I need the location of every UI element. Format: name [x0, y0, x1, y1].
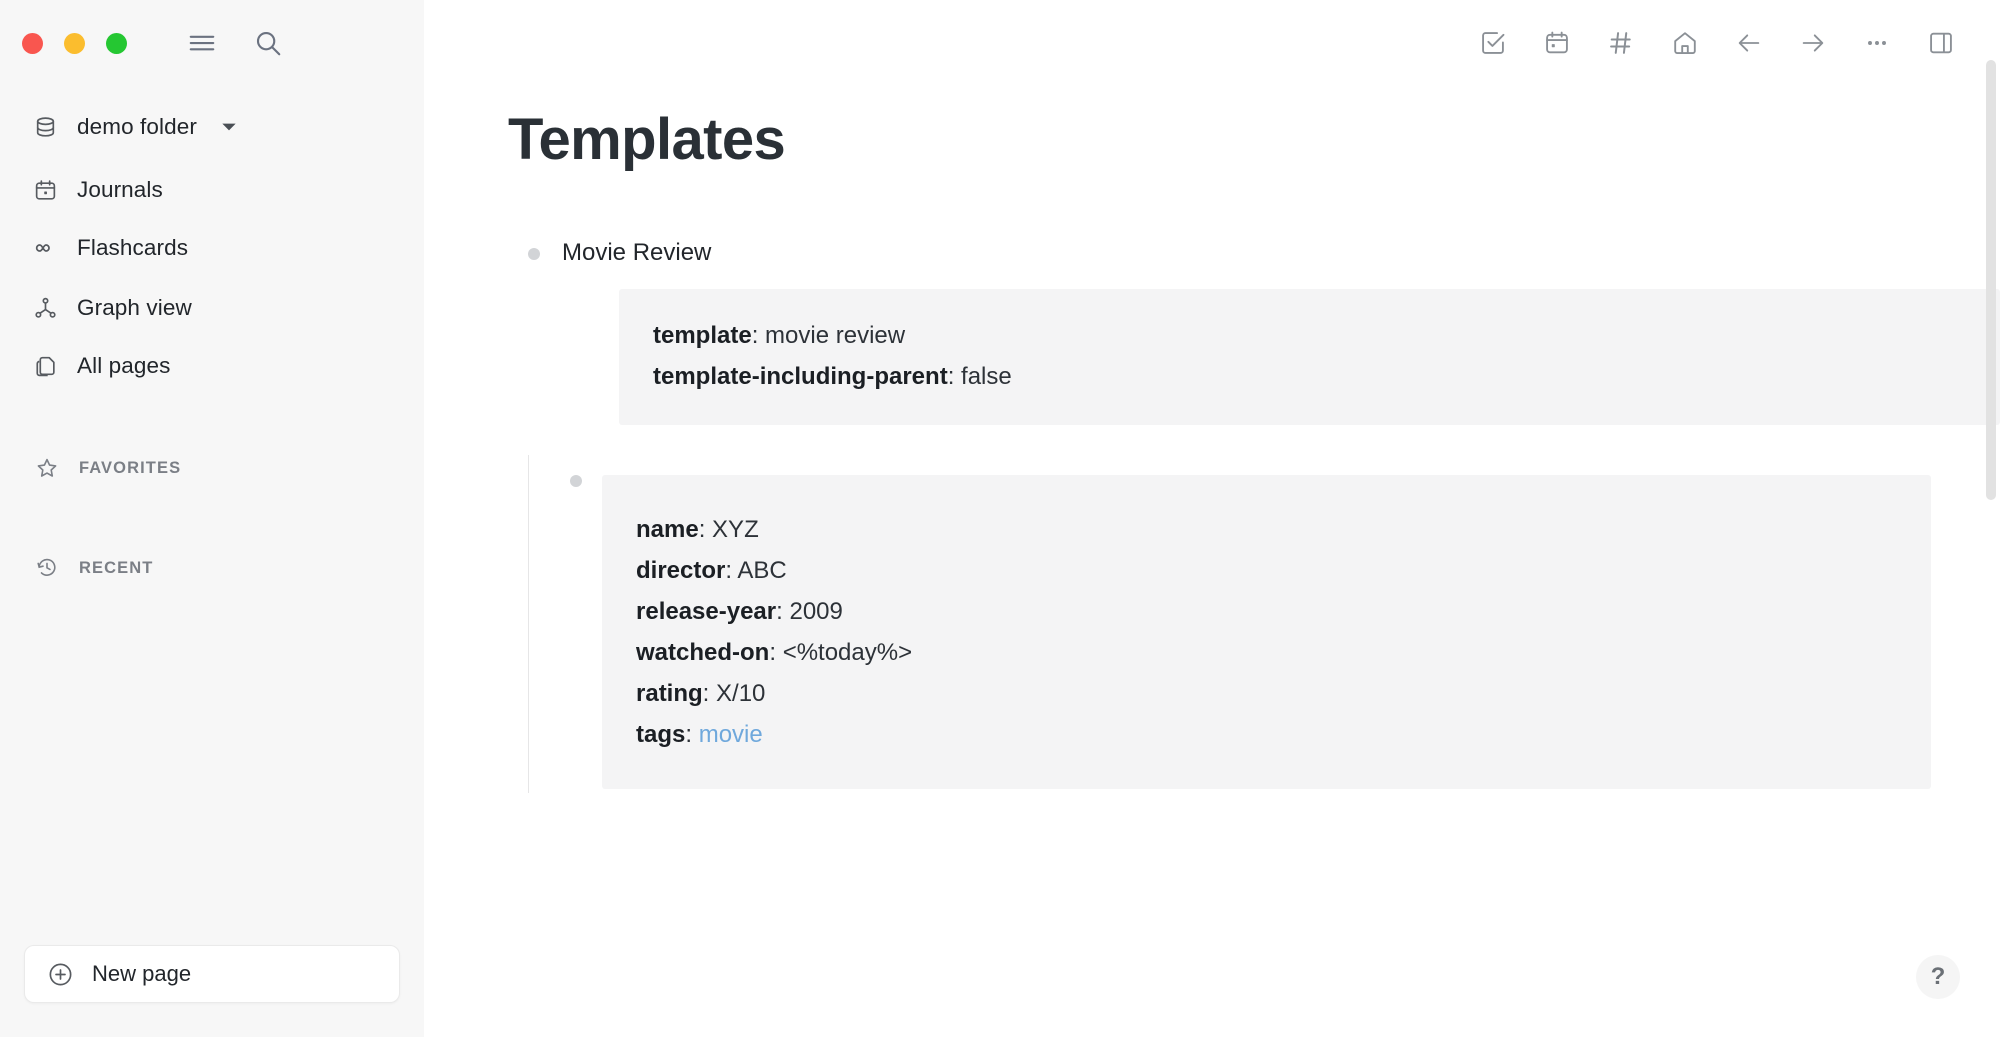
- property-value: ABC: [737, 557, 787, 585]
- property-value: <%today%>: [782, 639, 913, 667]
- sidebar-section-recent[interactable]: RECENT: [0, 546, 424, 590]
- graph-selector[interactable]: demo folder: [0, 100, 424, 154]
- infinity-icon: [32, 235, 59, 262]
- property-row: template: movie review: [653, 315, 2000, 356]
- sidebar-item-flashcards[interactable]: Flashcards: [0, 224, 424, 272]
- property-key: name: [636, 516, 699, 544]
- property-separator: :: [776, 598, 790, 626]
- property-row: director: ABC: [636, 550, 1931, 591]
- property-row: name: XYZ: [636, 509, 1931, 550]
- sidebar-item-graph-view[interactable]: Graph view: [0, 284, 424, 332]
- database-icon: [32, 114, 59, 141]
- block-movie-review: Movie Review template: movie review temp…: [508, 236, 2000, 794]
- left-sidebar: demo folder Journals Flashcards Graph vi…: [0, 0, 424, 1037]
- property-row: watched-on: <%today%>: [636, 632, 1931, 673]
- close-window-button[interactable]: [22, 32, 43, 54]
- history-icon: [34, 555, 60, 581]
- property-separator: :: [698, 516, 713, 544]
- property-row: rating: X/10: [636, 673, 1931, 714]
- block-bullet[interactable]: [528, 247, 540, 260]
- tag-link-movie[interactable]: movie: [699, 721, 763, 748]
- sidebar-item-label: Journals: [77, 177, 163, 202]
- block-title-text[interactable]: Movie Review: [562, 236, 711, 270]
- chevron-down-icon[interactable]: [221, 119, 237, 135]
- property-separator: :: [947, 363, 962, 391]
- sidebar-item-label: Graph view: [77, 295, 192, 320]
- property-separator: :: [702, 680, 717, 708]
- main-content: Templates Movie Review template: movie r…: [424, 0, 2000, 1037]
- property-key: template-including-parent: [653, 363, 948, 391]
- sidebar-header: [0, 0, 424, 86]
- property-value: X/10: [716, 680, 766, 708]
- calendar-icon: [32, 177, 59, 204]
- sidebar-section-label: RECENT: [79, 558, 154, 577]
- property-row: template-including-parent: false: [653, 356, 2000, 397]
- document-area: Templates Movie Review template: movie r…: [424, 0, 2000, 794]
- sidebar-section-favorites[interactable]: FAVORITES: [0, 446, 424, 490]
- property-value: movie review: [765, 322, 906, 350]
- search-icon[interactable]: [246, 21, 290, 65]
- graph-selector-label: demo folder: [77, 114, 197, 139]
- main-scrollbar-thumb[interactable]: [1986, 60, 1996, 500]
- property-value: 2009: [789, 598, 843, 626]
- sidebar-footer: New page: [0, 945, 424, 1037]
- sidebar-nav: demo folder Journals Flashcards Graph vi…: [0, 86, 424, 590]
- property-separator: :: [725, 557, 738, 585]
- star-icon: [34, 455, 60, 481]
- property-separator: :: [751, 322, 766, 350]
- hamburger-icon[interactable]: [180, 21, 224, 65]
- block-header-row: Movie Review: [508, 236, 2000, 270]
- property-separator: :: [685, 721, 699, 749]
- property-row: tags: movie: [636, 714, 1931, 755]
- property-separator: :: [769, 639, 783, 667]
- minimize-window-button[interactable]: [64, 32, 85, 54]
- property-row: release-year: 2009: [636, 591, 1931, 632]
- property-value: XYZ: [712, 516, 759, 544]
- main-scrollbar-track[interactable]: [1982, 0, 2000, 1037]
- window-controls: [22, 32, 127, 54]
- sidebar-item-label: All pages: [77, 353, 171, 378]
- help-button[interactable]: ?: [1916, 955, 1960, 999]
- page-title: Templates: [508, 107, 786, 172]
- property-value: false: [961, 363, 1012, 391]
- property-key: tags: [636, 721, 686, 749]
- property-key: rating: [636, 680, 703, 708]
- child-properties-card: name: XYZ director: ABC release-year: 20…: [602, 475, 1931, 790]
- graph-icon: [32, 295, 59, 322]
- child-block-container: name: XYZ director: ABC release-year: 20…: [528, 455, 2000, 794]
- sidebar-item-all-pages[interactable]: All pages: [0, 342, 424, 390]
- maximize-window-button[interactable]: [106, 32, 127, 54]
- block-properties-card: template: movie review template-includin…: [619, 289, 2000, 426]
- sidebar-item-journals[interactable]: Journals: [0, 166, 424, 214]
- pages-icon: [32, 353, 59, 380]
- new-page-label: New page: [92, 961, 192, 986]
- property-key: director: [636, 557, 726, 585]
- sidebar-item-label: Flashcards: [77, 235, 189, 260]
- property-key: watched-on: [636, 639, 770, 667]
- property-key: release-year: [636, 598, 777, 626]
- plus-circle-icon: [47, 961, 74, 988]
- sidebar-section-label: FAVORITES: [79, 458, 182, 477]
- new-page-button[interactable]: New page: [24, 945, 400, 1003]
- app-window: demo folder Journals Flashcards Graph vi…: [0, 0, 2000, 1037]
- child-block-bullet[interactable]: [570, 475, 582, 488]
- property-key: template: [653, 322, 752, 350]
